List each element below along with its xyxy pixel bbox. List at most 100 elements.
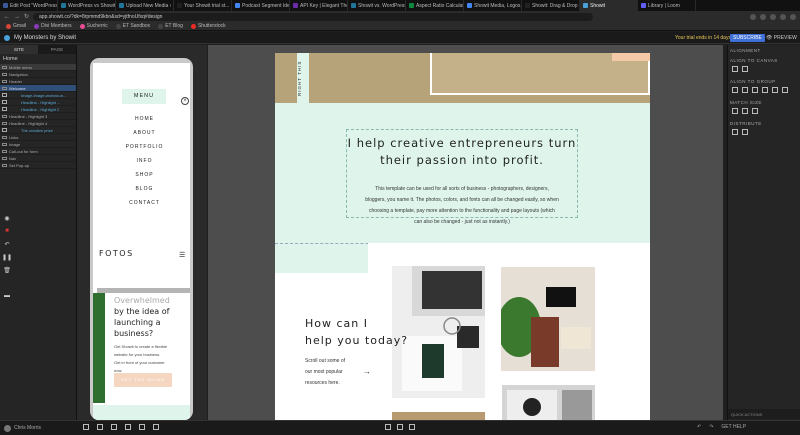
section-text[interactable]: Scroll out some of our most popular reso… bbox=[305, 356, 345, 389]
align-bottom-icon[interactable] bbox=[782, 87, 788, 93]
reload-icon[interactable]: ↻ bbox=[24, 13, 29, 20]
desktop-icon[interactable] bbox=[83, 424, 89, 430]
text-tool-icon[interactable] bbox=[385, 424, 391, 430]
mobile-headline[interactable]: Overwhelmed by the idea of launching a b… bbox=[114, 295, 184, 339]
layer-item[interactable]: Nav bbox=[0, 155, 76, 162]
menu-item[interactable]: INFO bbox=[122, 154, 167, 168]
bookmark-item[interactable]: ET Blog bbox=[158, 23, 183, 29]
undo-icon[interactable]: ↶ bbox=[2, 241, 12, 254]
browser-tab[interactable]: Aspect Ratio Calculatio... bbox=[406, 0, 464, 11]
section-heading[interactable]: How can I help you today? bbox=[305, 315, 408, 349]
extension-icon[interactable] bbox=[780, 13, 786, 20]
tab-site[interactable]: SITE bbox=[0, 45, 38, 54]
match-width-icon[interactable] bbox=[732, 108, 738, 114]
subscribe-button[interactable]: SUBSCRIBE bbox=[730, 34, 765, 42]
camera-photo[interactable] bbox=[502, 385, 595, 420]
close-icon[interactable]: × bbox=[181, 97, 189, 105]
extension-icon[interactable] bbox=[760, 13, 766, 20]
hero-image[interactable] bbox=[275, 53, 650, 103]
menu-item[interactable]: CONTACT bbox=[122, 196, 167, 210]
extension-icon[interactable] bbox=[750, 13, 756, 20]
layer-item[interactable]: Navigation bbox=[0, 71, 76, 78]
layer-item[interactable]: The creative prize bbox=[0, 127, 76, 134]
arrow-right-icon[interactable]: → bbox=[363, 367, 371, 376]
layer-item[interactable]: Headline - Highlight 2 bbox=[0, 106, 76, 113]
site-logo[interactable]: FOTOS bbox=[99, 249, 134, 258]
bookmark-item[interactable]: Divi Members bbox=[34, 23, 72, 29]
menu-item[interactable]: ABOUT bbox=[122, 126, 167, 140]
user-menu[interactable]: Chris Morris bbox=[4, 424, 41, 432]
distribute-horizontal-icon[interactable] bbox=[732, 129, 738, 135]
zoom-out-icon[interactable] bbox=[139, 424, 145, 430]
tab-page[interactable]: PAGE bbox=[38, 45, 76, 54]
mobile-icon[interactable] bbox=[97, 424, 103, 430]
quick-actions[interactable]: QUICK ACTIONS bbox=[728, 409, 800, 419]
book-photo[interactable] bbox=[497, 267, 595, 371]
pause-icon[interactable]: ❚❚ bbox=[2, 254, 12, 267]
bottom-photo[interactable] bbox=[392, 412, 485, 420]
get-guide-button[interactable]: GET THE GUIDE bbox=[114, 373, 172, 387]
browser-tab[interactable]: Podcast Segment Ideas bbox=[232, 0, 290, 11]
video-icon[interactable]: ▬ bbox=[2, 293, 12, 306]
profile-avatar[interactable] bbox=[790, 13, 796, 20]
menu-item[interactable]: SHOP bbox=[122, 168, 167, 182]
menu-item[interactable]: HOME bbox=[122, 112, 167, 126]
bookmark-item[interactable]: Shutterstock bbox=[190, 23, 226, 29]
url-input[interactable]: app.showit.co/?dk=8rpmmd9kbn&sd=yjtfnoUf… bbox=[33, 12, 594, 21]
showit-logo-icon[interactable] bbox=[4, 34, 10, 41]
layer-item[interactable]: Image bbox=[0, 141, 76, 148]
home-page-label[interactable]: Home bbox=[0, 54, 76, 64]
align-top-icon[interactable] bbox=[762, 87, 768, 93]
layer-item[interactable]: Image-Image-woman-w... bbox=[0, 92, 76, 99]
shape-tool-icon[interactable] bbox=[397, 424, 403, 430]
preview-button[interactable]: 👁 PREVIEW bbox=[766, 35, 797, 41]
menu-item[interactable]: BLOG bbox=[122, 182, 167, 196]
browser-tab[interactable]: Library | Loom bbox=[638, 0, 696, 11]
back-icon[interactable]: ← bbox=[4, 14, 10, 20]
bookmark-item[interactable]: Gmail bbox=[6, 23, 26, 29]
layer-item[interactable]: Welcome bbox=[0, 85, 76, 92]
browser-tab[interactable]: WordPress vs Showit | ... bbox=[58, 0, 116, 11]
site-name[interactable]: My Monsters by Showit bbox=[14, 35, 76, 41]
browser-tab[interactable]: Edit Post "WordPress vs... bbox=[0, 0, 58, 11]
zoom-in-icon[interactable] bbox=[153, 424, 159, 430]
distribute-vertical-icon[interactable] bbox=[742, 129, 748, 135]
forward-icon[interactable]: → bbox=[14, 14, 20, 20]
match-height-icon[interactable] bbox=[742, 108, 748, 114]
layer-item[interactable]: Headline - Highlight 3 bbox=[0, 113, 76, 120]
match-both-icon[interactable] bbox=[752, 108, 758, 114]
align-right-icon[interactable] bbox=[752, 87, 758, 93]
align-left-icon[interactable] bbox=[732, 66, 738, 72]
bookmark-item[interactable]: Sucherric bbox=[79, 23, 108, 29]
bookmark-item[interactable]: ET Sandbox bbox=[115, 23, 150, 29]
align-left-icon[interactable] bbox=[732, 87, 738, 93]
browser-tab[interactable]: Your Showit trial st... bbox=[174, 0, 232, 11]
browser-tab[interactable]: Showit Media, Logos, ... bbox=[464, 0, 522, 11]
canvas-icon[interactable] bbox=[125, 424, 131, 430]
mobile-body-text[interactable]: Get Showit to create a flexible website … bbox=[114, 343, 184, 375]
layer-item[interactable]: Call-out for form bbox=[0, 148, 76, 155]
align-center-icon[interactable] bbox=[742, 87, 748, 93]
layer-item[interactable]: Header bbox=[0, 78, 76, 85]
get-help-button[interactable]: GET HELP bbox=[721, 424, 746, 430]
browser-tab[interactable]: API Key | Elegant Them... bbox=[290, 0, 348, 11]
layer-item[interactable]: Links bbox=[0, 134, 76, 141]
redo-icon[interactable]: ↷ bbox=[709, 424, 713, 430]
align-center-icon[interactable] bbox=[742, 66, 748, 72]
hamburger-icon[interactable]: ☰ bbox=[179, 251, 185, 259]
visibility-icon[interactable]: ◉ bbox=[2, 215, 12, 228]
menu-item[interactable]: PORTFOLIO bbox=[122, 140, 167, 154]
undo-icon[interactable]: ↶ bbox=[697, 424, 701, 430]
layer-item[interactable]: Headline - Highlight 4 bbox=[0, 120, 76, 127]
layer-item[interactable]: Headline - Highlight ... bbox=[0, 99, 76, 106]
main-heading[interactable]: I help creative entrepreneurs turn their… bbox=[346, 135, 578, 169]
browser-tab[interactable]: Showit vs. WordPress |... bbox=[348, 0, 406, 11]
intro-paragraph[interactable]: This template can be used for all sorts … bbox=[346, 184, 578, 228]
image-tool-icon[interactable] bbox=[409, 424, 415, 430]
vertical-text[interactable]: RIGHT THIS bbox=[297, 53, 309, 103]
color-swatch-icon[interactable]: ■ bbox=[2, 228, 12, 241]
browser-tab[interactable]: Upload New Media ‹ D... bbox=[116, 0, 174, 11]
browser-tab[interactable]: Showit bbox=[580, 0, 638, 11]
layer-item[interactable]: Mobile menu bbox=[0, 64, 76, 71]
browser-tab[interactable]: Showit: Drag & Drop W... bbox=[522, 0, 580, 11]
